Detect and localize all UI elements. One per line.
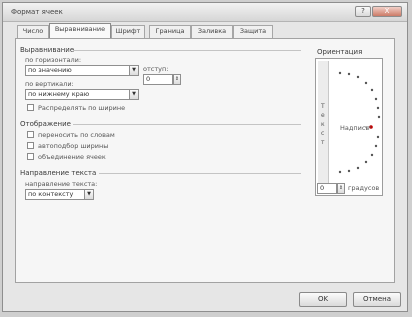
shrink-to-fit-checkbox[interactable] — [27, 142, 34, 149]
horizontal-dropdown-button[interactable]: ▼ — [129, 65, 139, 76]
alignment-section-label: Выравнивание — [20, 46, 75, 54]
vertical-text-letter: к — [321, 121, 325, 128]
vertical-text-letter: с — [321, 130, 325, 137]
direction-dropdown-button[interactable]: ▼ — [84, 189, 94, 200]
display-separator — [73, 124, 301, 125]
spinner-icon: ⇕ — [338, 185, 344, 191]
close-button[interactable]: X — [372, 6, 402, 17]
distributed-label: Распределять по ширине — [38, 104, 126, 112]
vertical-label: по вертикали: — [25, 80, 74, 88]
tab-alignment[interactable]: Выравнивание — [49, 23, 111, 39]
degrees-input[interactable]: 0 — [317, 183, 337, 194]
degrees-label: градусов — [348, 184, 380, 192]
wrap-text-checkbox[interactable] — [27, 131, 34, 138]
shrink-to-fit-label: автоподбор ширины — [38, 142, 109, 150]
merge-cells-label: объединение ячеек — [38, 153, 106, 161]
help-icon: ? — [361, 7, 365, 15]
close-icon: X — [384, 7, 390, 15]
format-cells-dialog: Формат ячеек ? X Число Выравнивание Шриф… — [2, 2, 408, 312]
degrees-spinner[interactable]: ⇕ — [337, 183, 345, 194]
help-button[interactable]: ? — [355, 6, 371, 17]
direction-select[interactable]: по контексту — [25, 189, 85, 200]
merge-cells-checkbox[interactable] — [27, 153, 34, 160]
indent-spinner[interactable]: ⇕ — [173, 74, 181, 85]
vertical-text-letter: Т — [321, 103, 325, 110]
tab-protection[interactable]: Защита — [233, 25, 273, 38]
vertical-dropdown-button[interactable]: ▼ — [129, 89, 139, 100]
cancel-button[interactable]: Отмена — [353, 292, 401, 307]
tab-fill[interactable]: Заливка — [191, 25, 233, 38]
orientation-sample-label: Надпись — [340, 124, 370, 132]
title-bar: Формат ячеек ? X — [3, 3, 407, 22]
ok-button[interactable]: OK — [299, 292, 347, 307]
indent-label: отступ: — [143, 65, 169, 73]
spinner-icon: ⇕ — [174, 76, 180, 82]
wrap-text-label: переносить по словам — [38, 131, 115, 139]
orientation-section-label: Ориентация — [317, 48, 363, 56]
vertical-select[interactable]: по нижнему краю — [25, 89, 131, 100]
chevron-down-icon: ▼ — [132, 91, 136, 97]
chevron-down-icon: ▼ — [87, 191, 91, 197]
display-section-label: Отображение — [20, 120, 71, 128]
vertical-text-letter: е — [321, 112, 325, 119]
tab-number[interactable]: Число — [17, 25, 49, 38]
direction-separator — [99, 173, 301, 174]
vertical-text-letter: т — [321, 139, 325, 146]
distributed-checkbox[interactable] — [27, 104, 34, 111]
direction-section-label: Направление текста — [20, 169, 97, 177]
tab-border[interactable]: Граница — [149, 25, 191, 38]
chevron-down-icon: ▼ — [132, 67, 136, 73]
window-title: Формат ячеек — [11, 8, 63, 16]
horizontal-label: по горизонтали: — [25, 56, 82, 64]
indent-input[interactable]: 0 — [143, 74, 173, 85]
alignment-separator — [73, 50, 301, 51]
horizontal-select[interactable]: по значению — [25, 65, 131, 76]
tab-font[interactable]: Шрифт — [111, 25, 145, 38]
direction-label: направление текста: — [25, 180, 98, 188]
